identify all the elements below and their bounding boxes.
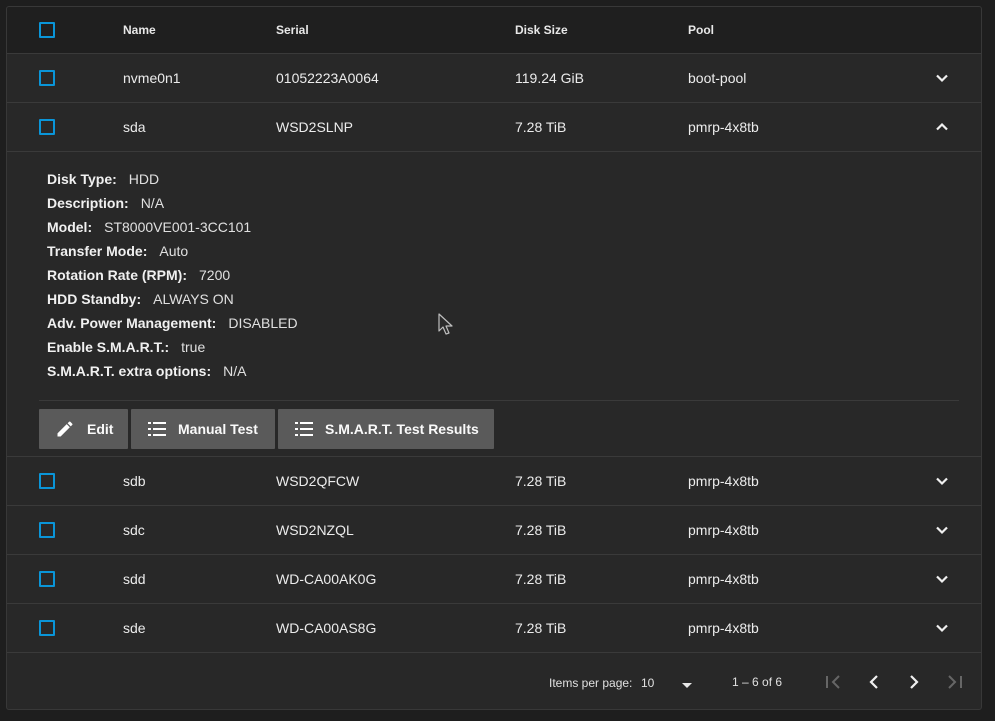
header-pool[interactable]: Pool (688, 23, 714, 37)
row-checkbox[interactable] (39, 620, 55, 636)
last-page-icon[interactable] (944, 672, 964, 692)
disk-pool: pmrp-4x8tb (688, 620, 759, 636)
table-row[interactable]: sdc WSD2NZQL 7.28 TiB pmrp-4x8tb (7, 506, 981, 555)
disk-size: 119.24 GiB (515, 70, 585, 86)
disk-name: nvme0n1 (123, 70, 181, 86)
disk-size: 7.28 TiB (515, 571, 567, 587)
table-row[interactable]: sde WD-CA00AS8G 7.28 TiB pmrp-4x8tb (7, 604, 981, 653)
table-row[interactable]: sdb WSD2QFCW 7.28 TiB pmrp-4x8tb (7, 457, 981, 506)
disk-pool: boot-pool (688, 70, 747, 86)
chevron-down-icon[interactable] (935, 474, 949, 488)
detail-enable-smart: Enable S.M.A.R.T.: true (47, 339, 206, 355)
detail-description: Description: N/A (47, 195, 165, 211)
chevron-down-icon[interactable] (935, 572, 949, 586)
disk-detail-panel: Disk Type: HDD Description: N/A Model: ST80… (7, 152, 981, 457)
next-page-icon[interactable] (904, 672, 924, 692)
disk-serial: 01052223A0064 (276, 70, 379, 86)
table-row[interactable]: sda WSD2SLNP 7.28 TiB pmrp-4x8tb (7, 103, 981, 152)
detail-adv-power-management: Adv. Power Management: DISABLED (47, 315, 298, 331)
page-size-select[interactable]: 10 (639, 670, 699, 694)
header-disk-size[interactable]: Disk Size (515, 23, 568, 37)
disk-pool: pmrp-4x8tb (688, 522, 759, 538)
edit-button[interactable]: Edit (39, 409, 128, 449)
row-checkbox[interactable] (39, 70, 55, 86)
detail-disk-type: Disk Type: HDD (47, 171, 160, 187)
disk-pool: pmrp-4x8tb (688, 119, 759, 135)
disk-size: 7.28 TiB (515, 522, 567, 538)
detail-model: Model: ST8000VE001-3CC101 (47, 219, 252, 235)
disk-serial: WD-CA00AK0G (276, 571, 377, 587)
smart-test-results-button[interactable]: S.M.A.R.T. Test Results (278, 409, 494, 449)
detail-transfer-mode: Transfer Mode: Auto (47, 243, 189, 259)
row-checkbox[interactable] (39, 473, 55, 489)
disk-pool: pmrp-4x8tb (688, 473, 759, 489)
disk-name: sdd (123, 571, 146, 587)
row-checkbox[interactable] (39, 522, 55, 538)
disk-pool: pmrp-4x8tb (688, 571, 759, 587)
row-checkbox[interactable] (39, 119, 55, 135)
disk-name: sdc (123, 522, 145, 538)
chevron-up-icon[interactable] (935, 120, 949, 134)
select-all-checkbox[interactable] (39, 22, 55, 38)
disk-size: 7.28 TiB (515, 473, 567, 489)
disk-serial: WD-CA00AS8G (276, 620, 377, 636)
mouse-cursor-icon (438, 313, 454, 337)
disk-serial: WSD2SLNP (276, 119, 354, 135)
row-checkbox[interactable] (39, 571, 55, 587)
disk-serial: WSD2QFCW (276, 473, 360, 489)
detail-smart-extra-options: S.M.A.R.T. extra options: N/A (47, 363, 247, 379)
header-serial[interactable]: Serial (276, 23, 309, 37)
disks-table-panel: Name Serial Disk Size Pool nvme0n1 01052… (6, 6, 982, 710)
disk-name: sdb (123, 473, 146, 489)
chevron-down-icon[interactable] (935, 621, 949, 635)
detail-rotation-rate: Rotation Rate (RPM): 7200 (47, 267, 231, 283)
divider (39, 400, 959, 401)
chevron-down-icon[interactable] (935, 71, 949, 85)
disk-serial: WSD2NZQL (276, 522, 354, 538)
items-per-page-label: Items per page: (549, 676, 633, 690)
list-icon (147, 419, 167, 439)
table-row[interactable]: sdd WD-CA00AK0G 7.28 TiB pmrp-4x8tb (7, 555, 981, 604)
disk-name: sda (123, 119, 146, 135)
table-header: Name Serial Disk Size Pool (7, 7, 981, 54)
disk-name: sde (123, 620, 146, 636)
disk-size: 7.28 TiB (515, 620, 567, 636)
pencil-icon (55, 419, 75, 439)
manual-test-button[interactable]: Manual Test (131, 409, 275, 449)
table-row[interactable]: nvme0n1 01052223A0064 119.24 GiB boot-po… (7, 54, 981, 103)
disk-size: 7.28 TiB (515, 119, 567, 135)
page-range: 1 – 6 of 6 (732, 675, 783, 689)
chevron-down-icon[interactable] (935, 523, 949, 537)
page-size-value: 10 (641, 676, 655, 690)
paginator: Items per page: 10 1 – 6 of 6 (7, 654, 981, 709)
previous-page-icon[interactable] (864, 672, 884, 692)
first-page-icon[interactable] (824, 672, 844, 692)
list-icon (294, 419, 314, 439)
header-name[interactable]: Name (123, 23, 156, 37)
detail-hdd-standby: HDD Standby: ALWAYS ON (47, 291, 234, 307)
dropdown-arrow-icon (681, 677, 693, 688)
